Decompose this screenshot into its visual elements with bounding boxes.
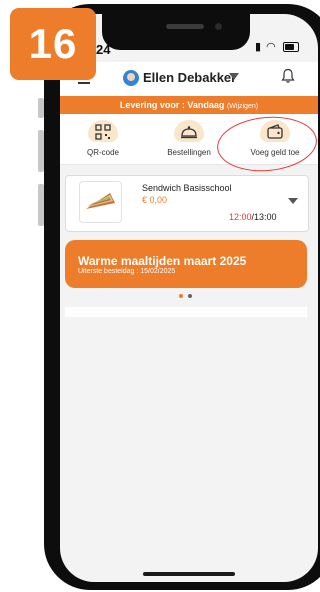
wifi-icon: ◠ [266, 41, 277, 53]
promo-card[interactable]: Warme maaltijden maart 2025 Uiterste bes… [65, 240, 307, 288]
status-icons: ▮ ◠ [255, 40, 299, 53]
change-delivery-link[interactable]: (Wijzigen) [227, 103, 258, 110]
phone-notch [102, 14, 250, 50]
content-strip [65, 307, 307, 317]
promo-title: Warme maaltijden maart 2025 [78, 254, 247, 268]
carousel-dot-active[interactable] [179, 294, 183, 298]
qr-code-icon [95, 124, 111, 140]
order-time: 12:00/13:00 [229, 212, 277, 222]
delivery-date-bar[interactable]: Levering voor : Vandaag (Wijzigen) [60, 96, 318, 114]
sandwich-image [79, 181, 122, 223]
home-indicator[interactable] [143, 572, 235, 576]
delivery-label: Levering voor : Vandaag [119, 100, 225, 110]
qr-code-label: QR-code [86, 148, 119, 157]
front-camera [215, 23, 222, 30]
time-start: 12:00 [229, 212, 252, 222]
battery-icon [282, 42, 299, 53]
promo-deadline: Uiterste besteldag : 15/02/2025 [78, 268, 176, 275]
user-name[interactable]: Ellen Debakker [143, 70, 236, 85]
carousel-dot[interactable] [188, 294, 192, 298]
sandwich-icon [86, 193, 115, 209]
product-price: € 0,00 [142, 195, 168, 205]
speaker-grille [166, 24, 204, 29]
bell-icon[interactable] [281, 68, 295, 84]
product-name: Sendwich Basisschool [142, 183, 232, 193]
chevron-down-icon[interactable] [229, 73, 239, 80]
cloche-icon [181, 126, 197, 139]
user-avatar[interactable] [123, 70, 139, 86]
signal-icon: ▮ [255, 41, 263, 53]
qr-code-button[interactable]: QR-code [60, 114, 146, 164]
time-end: /13:00 [251, 212, 277, 222]
chevron-down-icon[interactable] [288, 198, 298, 204]
step-number-badge: 16 [10, 8, 96, 80]
order-card[interactable]: Sendwich Basisschool € 0,00 12:00/13:00 [65, 175, 309, 232]
